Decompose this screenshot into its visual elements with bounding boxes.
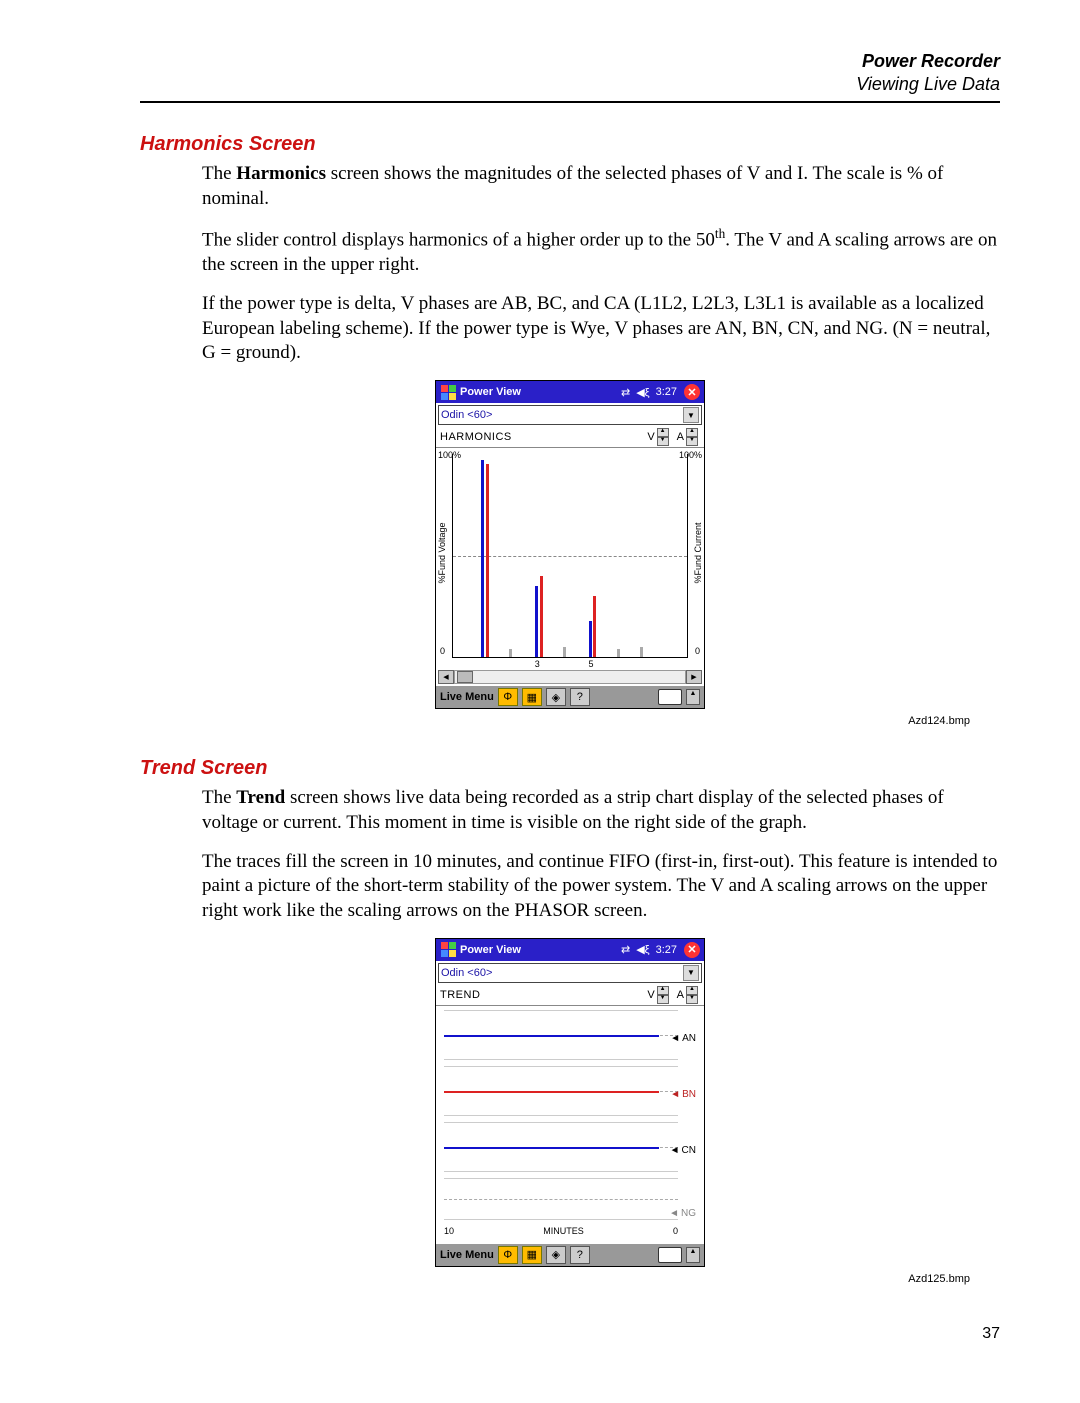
close-button[interactable]: ✕ [684,384,700,400]
sync-icon[interactable]: ⇄ [621,386,630,399]
window-title: Power View [460,944,521,956]
sync-icon[interactable]: ⇄ [621,943,630,956]
live-menubar: Live Menu Φ ▦ ◈ ? ▲ [436,686,704,708]
scroll-thumb[interactable] [457,671,473,683]
volume-icon[interactable]: ◀ξ [636,943,649,956]
menu-btn-1[interactable]: Φ [498,688,518,706]
y-axis-right: 100% %Fund Current 0 [688,448,704,658]
heading-trend: Trend Screen [140,757,1000,780]
help-icon[interactable]: ? [570,1246,590,1264]
menu-btn-2[interactable]: ▦ [522,688,542,706]
trend-row-bn: BN [444,1066,678,1116]
clock-text: 3:27 [656,944,677,956]
clock-text: 3:27 [656,386,677,398]
bar-h3-b [540,576,543,657]
expand-up-button[interactable]: ▲ [686,1247,700,1263]
header-rule [140,101,1000,103]
window-title: Power View [460,386,521,398]
device-dropdown[interactable]: Odin <60> ▼ [438,405,702,425]
scroll-right-button[interactable]: ▶ [686,670,702,684]
device-dropdown[interactable]: Odin <60> ▼ [438,963,702,983]
header-line2: Viewing Live Data [140,73,1000,96]
caption-harmonics: Azd124.bmp [140,715,970,727]
live-menubar: Live Menu Φ ▦ ◈ ? ▲ [436,1244,704,1266]
harmonics-plotarea: 3 5 [452,454,688,658]
volume-icon[interactable]: ◀ξ [636,386,649,399]
trend-row-an: AN [444,1010,678,1060]
menu-btn-1[interactable]: Φ [498,1246,518,1264]
expand-up-button[interactable]: ▲ [686,689,700,705]
harmonics-plot: 100% %Fund Voltage 0 [436,448,704,658]
bar-h3-a [535,586,538,657]
harmonic-slider[interactable]: ◀ ▶ [438,670,702,684]
y-axis-left: 100% %Fund Voltage 0 [436,448,452,658]
trend-plot: AN BN CN NG 10 MINUTES 0 [436,1006,704,1244]
help-icon[interactable]: ? [570,688,590,706]
trend-screenshot: Power View ⇄ ◀ξ 3:27 ✕ Odin <60> ▼ TREND… [435,938,705,1267]
screen-subbar: TREND V ▲▼ A ▲▼ [436,985,704,1006]
trend-row-ng: NG [444,1178,678,1220]
bar-h5-a [589,621,592,658]
keyboard-icon[interactable] [658,689,682,705]
bar-h5-b [593,596,596,657]
harmonics-p2: The slider control displays harmonics of… [202,225,1000,278]
harmonics-screenshot: Power View ⇄ ◀ξ 3:27 ✕ Odin <60> ▼ HARMO… [435,380,705,709]
menu-btn-2[interactable]: ▦ [522,1246,542,1264]
bar-h1-a [481,460,484,657]
caption-trend: Azd125.bmp [140,1273,970,1285]
scroll-left-button[interactable]: ◀ [438,670,454,684]
header-line1: Power Recorder [140,50,1000,73]
bar-h1-b [486,464,489,657]
trend-p2: The traces fill the screen in 10 minutes… [202,850,1000,924]
harmonics-p3: If the power type is delta, V phases are… [202,292,1000,366]
a-scale-spinner[interactable]: ▲▼ [686,428,698,446]
chevron-down-icon[interactable]: ▼ [683,965,699,981]
a-scale-spinner[interactable]: ▲▼ [686,986,698,1004]
trend-row-cn: CN [444,1122,678,1172]
chevron-down-icon[interactable]: ▼ [683,407,699,423]
menu-btn-3[interactable]: ◈ [546,1246,566,1264]
v-scale-spinner[interactable]: ▲▼ [657,428,669,446]
trend-p1: The Trend screen shows live data being r… [202,786,1000,835]
trend-x-axis: 10 MINUTES 0 [444,1226,678,1236]
harmonics-p1: The Harmonics screen shows the magnitude… [202,162,1000,211]
v-scale-spinner[interactable]: ▲▼ [657,986,669,1004]
heading-harmonics: Harmonics Screen [140,133,1000,156]
windows-logo-icon [440,384,456,400]
close-button[interactable]: ✕ [684,942,700,958]
window-titlebar: Power View ⇄ ◀ξ 3:27 ✕ [436,939,704,961]
screen-subbar: HARMONICS V ▲▼ A ▲▼ [436,427,704,448]
page-number: 37 [140,1325,1000,1343]
keyboard-icon[interactable] [658,1247,682,1263]
windows-logo-icon [440,942,456,958]
window-titlebar: Power View ⇄ ◀ξ 3:27 ✕ [436,381,704,403]
menu-btn-3[interactable]: ◈ [546,688,566,706]
page-header: Power Recorder Viewing Live Data [140,50,1000,95]
